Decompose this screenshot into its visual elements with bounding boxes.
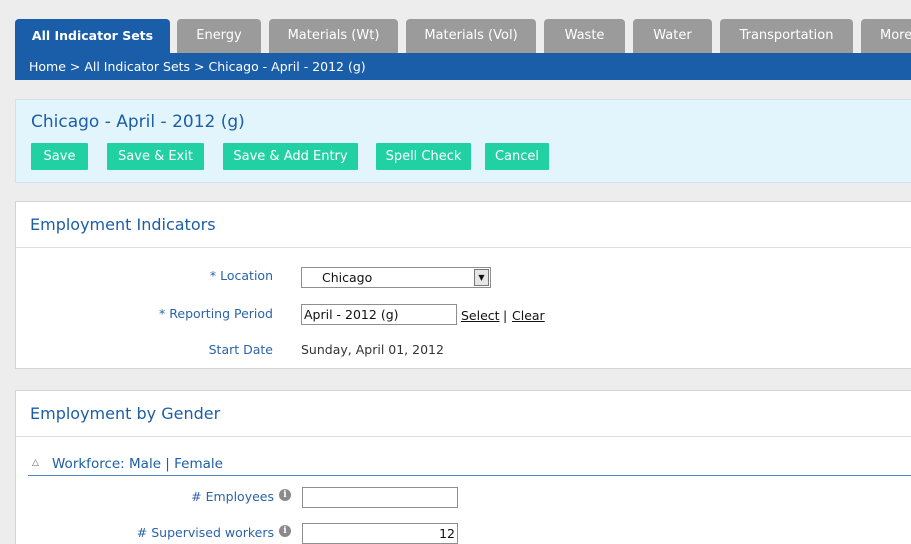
tab-materials-wt[interactable]: Materials (Wt) (269, 19, 398, 53)
cancel-button[interactable]: Cancel (485, 143, 549, 170)
title-panel: Chicago - April - 2012 (g) Save Save & E… (15, 99, 911, 183)
location-label: * Location (209, 268, 273, 283)
save-add-entry-button[interactable]: Save & Add Entry (223, 143, 358, 170)
supervised-workers-label: # Supervised workers (136, 525, 274, 540)
workforce-subsection-title: Workforce: Male | Female (52, 456, 223, 472)
start-date-value: Sunday, April 01, 2012 (301, 342, 444, 357)
tab-bar: All Indicator Sets Energy Materials (Wt)… (0, 19, 911, 53)
location-select[interactable]: Chicago ▼ (301, 267, 491, 288)
employees-input[interactable] (302, 487, 458, 508)
tab-waste[interactable]: Waste (544, 19, 625, 53)
tab-energy[interactable]: Energy (177, 19, 261, 53)
employees-label: # Employees (191, 489, 274, 504)
reporting-period-label: * Reporting Period (159, 306, 273, 321)
page: All Indicator Sets Energy Materials (Wt)… (0, 0, 911, 544)
supervised-workers-input[interactable]: 12 (302, 523, 458, 544)
collapse-triangle-icon[interactable]: △ (32, 458, 39, 468)
clear-period-link[interactable]: Clear (512, 308, 545, 323)
link-separator: | (503, 308, 508, 323)
select-period-link[interactable]: Select (461, 308, 500, 323)
reporting-period-field[interactable]: April - 2012 (g) (301, 304, 457, 325)
employment-by-gender-panel: Employment by Gender △ Workforce: Male |… (15, 390, 911, 544)
panel-header: Employment Indicators (16, 202, 911, 248)
tab-all-indicator-sets[interactable]: All Indicator Sets (15, 19, 170, 53)
panel-title: Employment Indicators (30, 215, 216, 234)
breadcrumb[interactable]: Home > All Indicator Sets > Chicago - Ap… (15, 53, 911, 80)
employment-indicators-panel: Employment Indicators * Location Chicago… (15, 201, 911, 369)
page-title: Chicago - April - 2012 (g) (31, 112, 245, 132)
tab-water[interactable]: Water (633, 19, 712, 53)
location-value: Chicago (322, 270, 373, 285)
info-icon[interactable]: i (279, 525, 291, 537)
save-button[interactable]: Save (31, 143, 88, 170)
start-date-label: Start Date (208, 342, 273, 357)
panel-title: Employment by Gender (30, 404, 221, 423)
panel-header: Employment by Gender (16, 391, 911, 437)
workforce-subsection[interactable]: △ Workforce: Male | Female (28, 455, 911, 476)
save-exit-button[interactable]: Save & Exit (107, 143, 204, 170)
tab-transportation[interactable]: Transportation (720, 19, 853, 53)
spell-check-button[interactable]: Spell Check (376, 143, 471, 170)
tab-materials-vol[interactable]: Materials (Vol) (406, 19, 536, 53)
info-icon[interactable]: i (279, 489, 291, 501)
tab-more[interactable]: More (861, 19, 911, 53)
select-arrow-icon[interactable]: ▼ (474, 269, 489, 286)
